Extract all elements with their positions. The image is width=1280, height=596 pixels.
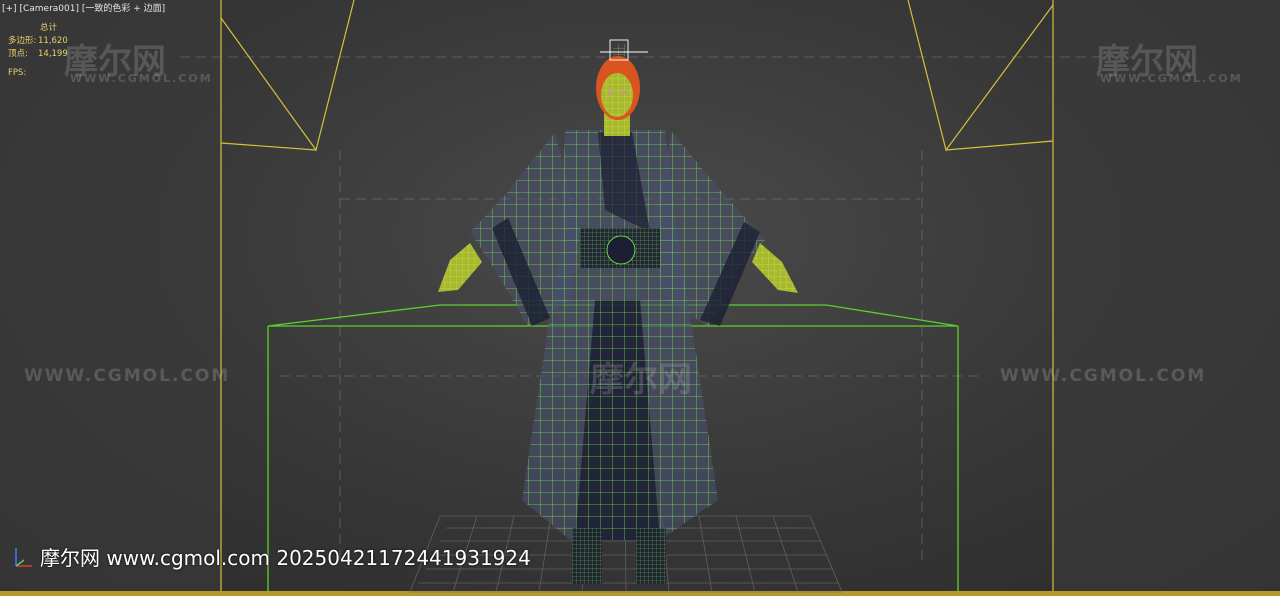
axis-gizmo-icon xyxy=(15,548,32,567)
watermark-logo-center: 摩尔网 xyxy=(590,360,692,400)
viewport-menu-plus[interactable]: [+] xyxy=(2,4,17,14)
right-hand-wire xyxy=(752,243,798,293)
stats-vertices-value: 14,199 xyxy=(38,49,68,59)
character-model[interactable] xyxy=(438,39,798,584)
viewport-camera001[interactable]: 摩尔网 WWW.CGMOL.COM 摩尔网 WWW.CGMOL.COM 摩尔网 … xyxy=(0,0,1280,596)
right-boot-wire xyxy=(636,528,666,584)
face-wire xyxy=(601,73,633,117)
scene-canvas[interactable] xyxy=(0,0,1280,596)
footer-watermark: 摩尔网 www.cgmol.com 20250421172441931924 xyxy=(40,546,531,570)
hair-crown-wire xyxy=(613,44,625,56)
viewport-menu-camera[interactable]: [Camera001] xyxy=(19,4,79,14)
stats-polygons-value: 11,620 xyxy=(38,36,68,46)
watermark-url-right: WWW.CGMOL.COM xyxy=(1000,366,1207,386)
viewport-menu-shading[interactable]: [一致的色彩 + 边面] xyxy=(82,4,165,14)
right-eye xyxy=(621,90,627,94)
viewport-label: [+] [Camera001] [一致的色彩 + 边面] xyxy=(2,1,165,14)
left-eye xyxy=(608,90,614,94)
belt-medallion xyxy=(606,235,636,265)
left-boot-wire xyxy=(572,528,602,584)
right-panel-shade xyxy=(1054,0,1280,596)
watermark-url-left: WWW.CGMOL.COM xyxy=(24,366,231,386)
statistics-overlay: 总计 多边形: 11,620 顶点: 14,199 FPS: xyxy=(8,22,68,80)
watermark-url-small-left: WWW.CGMOL.COM xyxy=(70,72,213,85)
watermark-url-small-right: WWW.CGMOL.COM xyxy=(1100,72,1243,85)
left-hand-wire xyxy=(438,243,482,292)
stats-title: 总计 xyxy=(40,23,58,33)
left-panel-shade xyxy=(0,0,220,596)
stats-polygons-label: 多边形: xyxy=(8,36,37,46)
stats-vertices-label: 顶点: xyxy=(8,49,28,59)
stats-fps-label: FPS: xyxy=(8,68,27,78)
